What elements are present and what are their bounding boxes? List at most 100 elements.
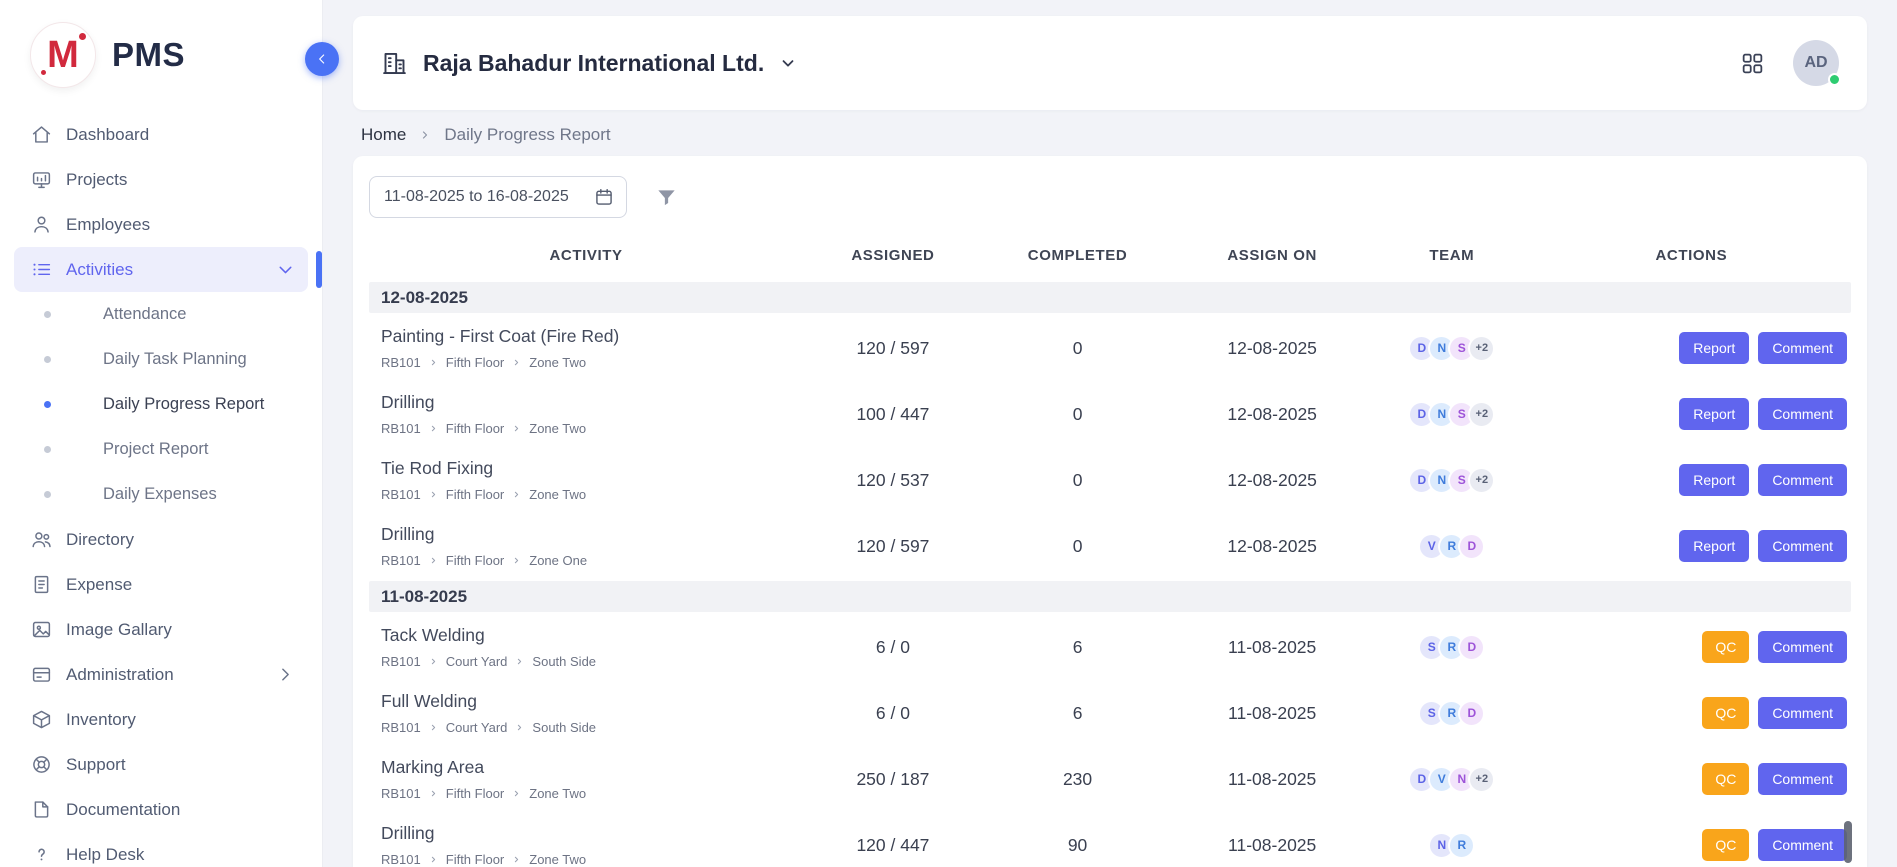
comment-button[interactable]: Comment — [1758, 530, 1847, 562]
report-button[interactable]: Report — [1679, 398, 1749, 430]
sidebar-item-label: Expense — [66, 575, 132, 595]
path-segment: RB101 — [381, 421, 421, 436]
assign-on-cell: 12-08-2025 — [1172, 338, 1372, 359]
qc-button[interactable]: QC — [1702, 697, 1749, 729]
activity-path: RB101Fifth FloorZone Two — [381, 421, 803, 436]
comment-button[interactable]: Comment — [1758, 398, 1847, 430]
app-logo[interactable]: M PMS — [0, 0, 322, 110]
sidebar-item-documentation[interactable]: Documentation — [14, 787, 308, 832]
path-segment: RB101 — [381, 487, 421, 502]
completed-cell: 0 — [983, 338, 1173, 359]
sidebar-item-label: Help Desk — [66, 845, 144, 865]
bullet-icon — [44, 311, 51, 318]
report-button[interactable]: Report — [1679, 530, 1749, 562]
filter-icon[interactable] — [655, 186, 678, 209]
sidebar-item-activities[interactable]: Activities — [14, 247, 308, 292]
sidebar-subitem-daily-expenses[interactable]: Daily Expenses — [14, 472, 308, 517]
sidebar-item-expense[interactable]: Expense — [14, 562, 308, 607]
completed-cell: 6 — [983, 703, 1173, 724]
completed-cell: 0 — [983, 536, 1173, 557]
sidebar-item-administration[interactable]: Administration — [14, 652, 308, 697]
sidebar-item-employees[interactable]: Employees — [14, 202, 308, 247]
sidebar-item-help-desk[interactable]: Help Desk — [14, 832, 308, 867]
vertical-scrollbar[interactable] — [1844, 821, 1852, 863]
path-segment: RB101 — [381, 852, 421, 867]
qc-button[interactable]: QC — [1702, 829, 1749, 861]
sidebar-item-support[interactable]: Support — [14, 742, 308, 787]
team-avatar[interactable]: +2 — [1468, 467, 1495, 494]
chevron-right-icon — [429, 723, 438, 732]
comment-button[interactable]: Comment — [1758, 464, 1847, 496]
team-avatar[interactable]: +2 — [1468, 766, 1495, 793]
assigned-cell: 120 / 537 — [803, 470, 983, 491]
comment-button[interactable]: Comment — [1758, 631, 1847, 663]
team-avatar[interactable]: D — [1458, 700, 1485, 727]
comment-button[interactable]: Comment — [1758, 332, 1847, 364]
table-row: Painting - First Coat (Fire Red)RB101Fif… — [369, 315, 1851, 381]
activity-path: RB101Fifth FloorZone One — [381, 553, 803, 568]
table-row: Full WeldingRB101Court YardSouth Side6 /… — [369, 680, 1851, 746]
assigned-cell: 250 / 187 — [803, 769, 983, 790]
team-avatar[interactable]: D — [1458, 634, 1485, 661]
date-group-header: 12-08-2025 — [369, 282, 1851, 313]
actions-cell: Report Comment — [1532, 530, 1851, 562]
activity-name: Painting - First Coat (Fire Red) — [381, 326, 803, 347]
assign-on-cell: 12-08-2025 — [1172, 470, 1372, 491]
sidebar-subitem-attendance[interactable]: Attendance — [14, 292, 308, 337]
activity-path: RB101Court YardSouth Side — [381, 654, 803, 669]
actions-cell: Report Comment — [1532, 464, 1851, 496]
company-name: Raja Bahadur International Ltd. — [423, 50, 764, 77]
sidebar-subitem-label: Attendance — [103, 305, 186, 324]
sidebar-item-image-gallary[interactable]: Image Gallary — [14, 607, 308, 652]
sidebar-subitem-daily-task-planning[interactable]: Daily Task Planning — [14, 337, 308, 382]
completed-cell: 230 — [983, 769, 1173, 790]
column-header-activity: ACTIVITY — [369, 247, 803, 264]
date-range-input[interactable]: 11-08-2025 to 16-08-2025 — [369, 176, 627, 218]
sidebar-subitem-daily-progress-report[interactable]: Daily Progress Report — [14, 382, 308, 427]
chevron-down-icon — [275, 259, 296, 280]
sidebar-subitem-project-report[interactable]: Project Report — [14, 427, 308, 472]
path-segment: Zone Two — [529, 421, 586, 436]
report-button[interactable]: Report — [1679, 464, 1749, 496]
sidebar-item-directory[interactable]: Directory — [14, 517, 308, 562]
chevron-right-icon — [419, 129, 431, 141]
comment-button[interactable]: Comment — [1758, 829, 1847, 861]
activity-name: Full Welding — [381, 691, 803, 712]
chevron-right-icon — [429, 789, 438, 798]
gallery-icon — [31, 619, 52, 640]
chevron-right-icon — [429, 855, 438, 864]
team-avatar[interactable]: +2 — [1468, 335, 1495, 362]
path-segment: Zone Two — [529, 355, 586, 370]
company-selector[interactable]: Raja Bahadur International Ltd. — [381, 50, 797, 77]
assign-on-cell: 11-08-2025 — [1172, 703, 1372, 724]
chevron-right-icon — [512, 424, 521, 433]
sidebar-item-label: Inventory — [66, 710, 136, 730]
activities-icon — [31, 259, 52, 280]
activity-path: RB101Fifth FloorZone Two — [381, 487, 803, 502]
actions-cell: QC Comment — [1532, 697, 1851, 729]
apps-grid-icon[interactable] — [1740, 51, 1765, 76]
projects-icon — [31, 169, 52, 190]
user-avatar[interactable]: AD — [1793, 40, 1839, 86]
sidebar-collapse-button[interactable] — [305, 42, 339, 76]
sidebar-item-inventory[interactable]: Inventory — [14, 697, 308, 742]
qc-button[interactable]: QC — [1702, 763, 1749, 795]
team-avatar[interactable]: R — [1448, 832, 1475, 859]
active-indicator — [316, 251, 322, 288]
sidebar-item-projects[interactable]: Projects — [14, 157, 308, 202]
chevron-right-icon — [512, 358, 521, 367]
team-avatar[interactable]: +2 — [1468, 401, 1495, 428]
administration-icon — [31, 664, 52, 685]
team-avatar[interactable]: D — [1458, 533, 1485, 560]
report-button[interactable]: Report — [1679, 332, 1749, 364]
breadcrumb-home[interactable]: Home — [361, 125, 406, 145]
sidebar-item-dashboard[interactable]: Dashboard — [14, 112, 308, 157]
online-status-dot — [1828, 73, 1841, 86]
comment-button[interactable]: Comment — [1758, 697, 1847, 729]
activity-name: Tack Welding — [381, 625, 803, 646]
qc-button[interactable]: QC — [1702, 631, 1749, 663]
chevron-right-icon — [429, 358, 438, 367]
bullet-icon — [44, 491, 51, 498]
comment-button[interactable]: Comment — [1758, 763, 1847, 795]
assigned-cell: 120 / 597 — [803, 338, 983, 359]
